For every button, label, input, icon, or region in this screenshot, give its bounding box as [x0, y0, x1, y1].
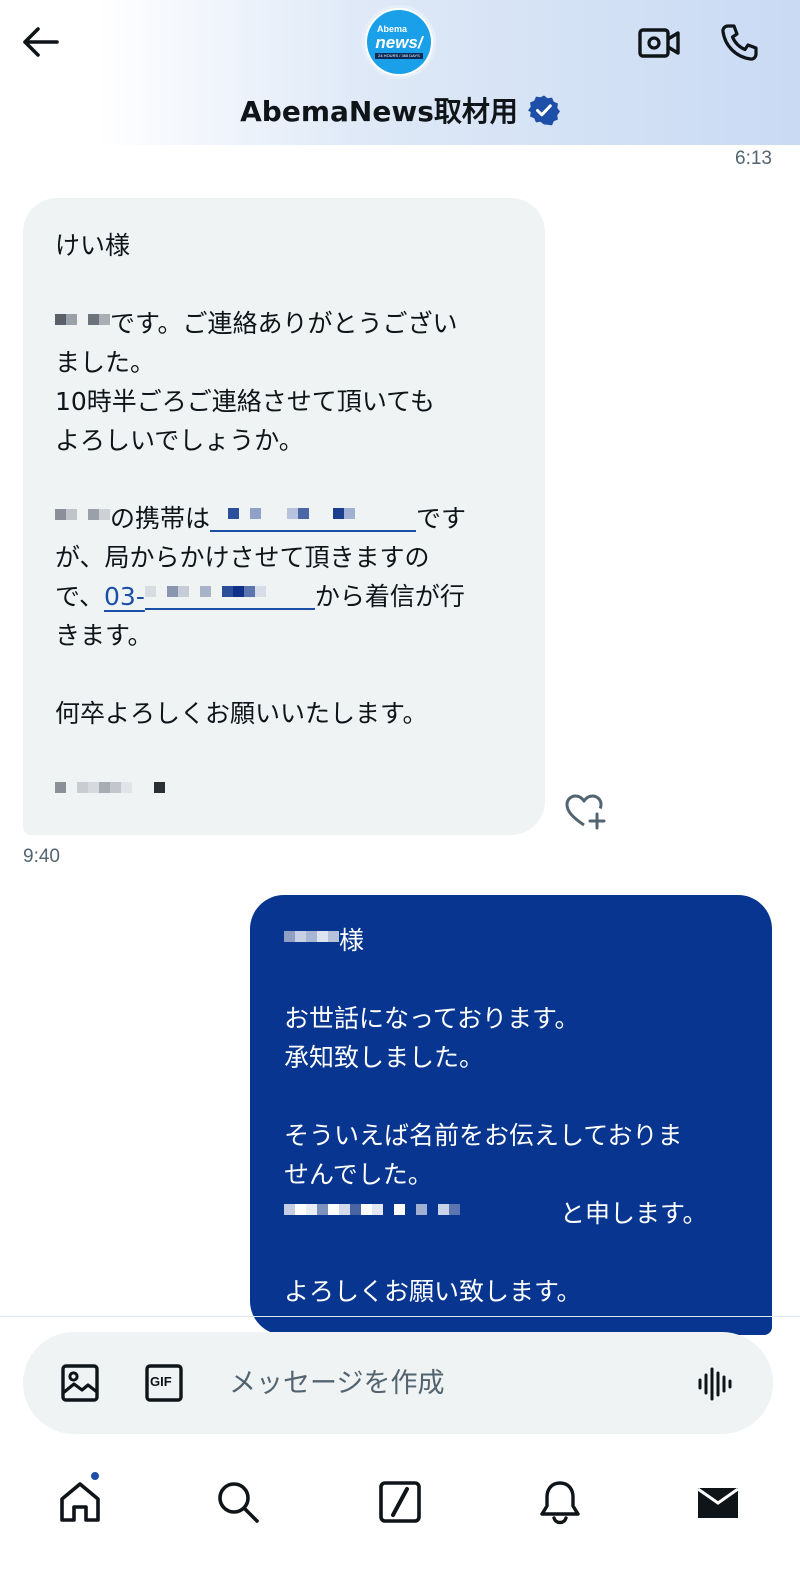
message-line: お世話になっております。: [284, 1004, 580, 1033]
nav-notifications[interactable]: [530, 1474, 590, 1530]
video-call-button[interactable]: [636, 20, 682, 66]
phone-link-text: 03-: [104, 582, 145, 611]
gif-label: GIF: [150, 1374, 172, 1389]
message-line: です。ご連絡ありがとうござい: [55, 304, 513, 343]
conversation-header: Abema news/ 24 HOURS / 365 DAYS AbemaNew…: [0, 0, 800, 145]
redacted-name-mosaic: [55, 509, 110, 531]
nav-search[interactable]: [208, 1474, 268, 1530]
nav-messages[interactable]: [688, 1474, 748, 1530]
phone-number-link[interactable]: 03-: [104, 582, 315, 611]
message-text: で、: [55, 582, 105, 611]
message-line: よろしいでしょうか。: [55, 426, 304, 455]
redacted-signature-mosaic: [55, 782, 205, 804]
message-line: きます。: [55, 621, 153, 650]
message-line: 様: [284, 921, 738, 960]
bottom-navigation: [0, 1450, 800, 1578]
message-line: 10時半ごろご連絡させて頂いても: [55, 387, 435, 416]
verified-badge-icon: [527, 95, 560, 126]
message-line: ました。: [55, 348, 156, 377]
message-timestamp: 9:40: [23, 846, 60, 867]
redacted-phone-link[interactable]: [210, 508, 417, 532]
phone-icon: [721, 24, 758, 61]
logo-line-tagline: 24 HOURS / 365 DAYS: [375, 53, 423, 59]
messages-icon: [697, 1487, 739, 1518]
voice-message-button[interactable]: [693, 1362, 739, 1406]
message-line: よろしくお願い致します。: [284, 1277, 582, 1306]
incoming-message-bubble[interactable]: けい様 です。ご連絡ありがとうござい ました。 10時半ごろご連絡させて頂いても…: [23, 198, 545, 835]
message-text: と申します。: [560, 1199, 708, 1228]
conversation-title[interactable]: AbemaNews取材用: [240, 90, 518, 130]
message-line: が、局からかけさせて頂きますの: [55, 543, 430, 572]
composer-divider: [0, 1316, 800, 1317]
message-line: 何卒よろしくお願いいたします。: [55, 699, 428, 728]
add-reaction-button[interactable]: [562, 790, 610, 834]
message-text: です。ご連絡ありがとうござい: [110, 309, 458, 338]
message-line: 承知致しました。: [284, 1043, 485, 1072]
title-row[interactable]: AbemaNews取材用: [0, 90, 800, 130]
message-text: の携帯は: [110, 504, 211, 533]
message-line: と申します。: [284, 1194, 738, 1233]
attach-gif-button[interactable]: GIF: [141, 1362, 187, 1404]
image-icon: [61, 1364, 99, 1402]
attach-image-button[interactable]: [59, 1362, 101, 1404]
compose-icon: [379, 1481, 421, 1523]
notifications-icon: [540, 1481, 580, 1525]
call-button[interactable]: [716, 20, 762, 66]
back-button[interactable]: [18, 20, 62, 64]
logo-line-news: news/: [375, 33, 423, 52]
message-text: 様: [339, 926, 365, 955]
redacted-name-mosaic: [284, 931, 339, 953]
message-input[interactable]: [229, 1358, 669, 1408]
outgoing-message-bubble[interactable]: 様 お世話になっております。 承知致しました。 そういえば名前をお伝えしておりま…: [250, 895, 772, 1335]
redacted-phone-mosaic: [144, 586, 315, 610]
message-line: そういえば名前をお伝えしておりま: [284, 1121, 683, 1150]
redacted-name-mosaic: [55, 314, 110, 336]
home-notification-dot: [89, 1470, 101, 1482]
nav-home[interactable]: [50, 1474, 110, 1530]
message-text: から着信が行: [314, 582, 465, 611]
redacted-name-mosaic: [284, 1204, 534, 1226]
arrow-left-icon: [23, 27, 59, 57]
message-line: けい様: [55, 231, 131, 260]
message-line: [55, 772, 513, 811]
voice-waveform-icon: [698, 1367, 732, 1401]
message-text: です: [416, 504, 467, 533]
message-timestamp: 6:13: [735, 148, 772, 169]
video-call-icon: [638, 28, 680, 58]
nav-compose[interactable]: [370, 1474, 430, 1530]
heart-plus-icon: [565, 794, 606, 830]
abema-news-logo: Abema news/ 24 HOURS / 365 DAYS: [367, 10, 431, 74]
message-line: せんでした。: [284, 1160, 433, 1189]
avatar[interactable]: Abema news/ 24 HOURS / 365 DAYS: [362, 5, 436, 79]
home-icon: [60, 1482, 100, 1522]
message-composer: GIF: [23, 1332, 773, 1434]
message-line: で、03- から着信が行: [55, 577, 513, 616]
message-line: の携帯は です: [55, 499, 513, 538]
search-icon: [218, 1482, 259, 1523]
